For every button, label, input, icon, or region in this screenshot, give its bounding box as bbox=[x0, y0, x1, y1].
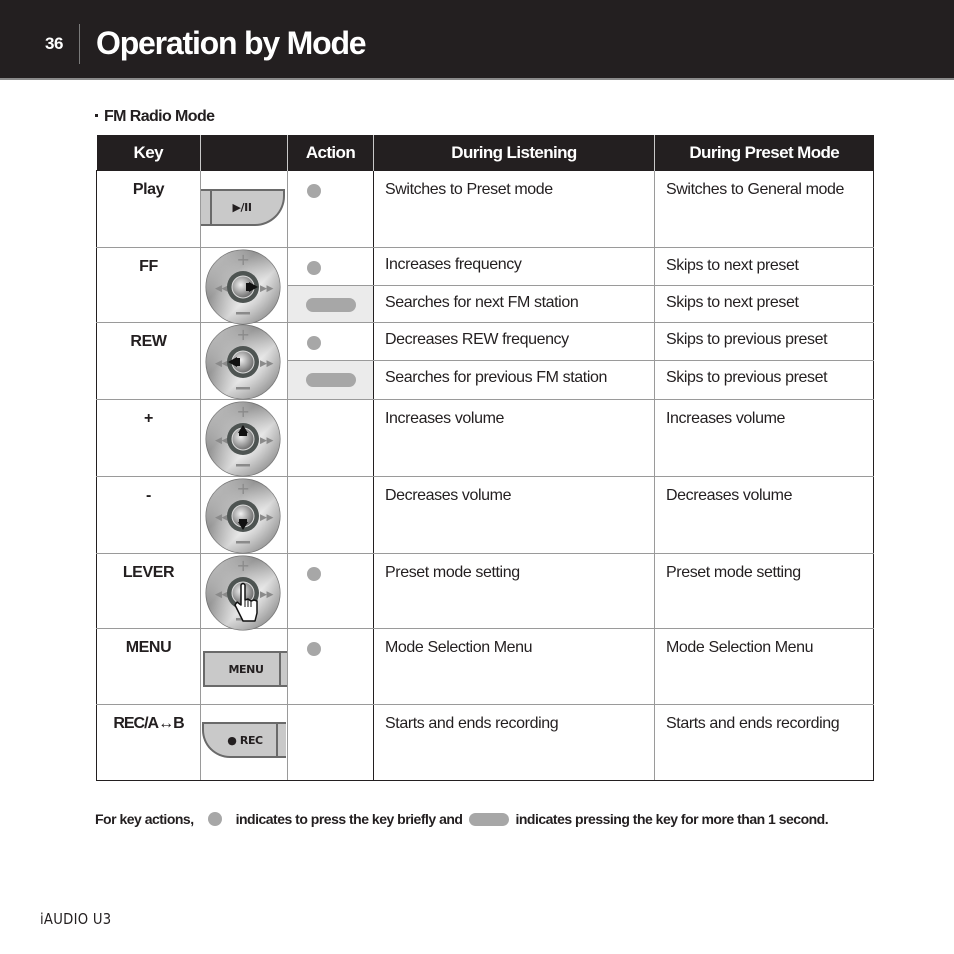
key-action-legend: For key actions, indicates to press the … bbox=[95, 811, 829, 827]
table-row: REC/A↔B ● REC Starts and ends recording … bbox=[96, 704, 874, 781]
long-press-icon bbox=[306, 373, 356, 387]
column-header-key: Key bbox=[96, 135, 201, 171]
during-preset-cell: Skips to previous preset bbox=[654, 322, 874, 361]
table-row: LEVER Preset mode setting Preset mode se… bbox=[96, 553, 874, 631]
action-cell bbox=[287, 170, 374, 248]
table-row: FF Increases frequency Skips to next pre… bbox=[96, 247, 874, 286]
rec-button-label: ● REC bbox=[227, 733, 263, 747]
key-name: LEVER bbox=[96, 553, 201, 629]
during-preset-cell: Skips to previous preset bbox=[654, 360, 874, 400]
action-cell bbox=[287, 399, 374, 477]
during-preset-cell: Increases volume bbox=[654, 399, 874, 477]
during-preset-cell: Decreases volume bbox=[654, 476, 874, 554]
rec-button-image: ● REC bbox=[202, 722, 286, 758]
key-image-cell: MENU bbox=[200, 628, 288, 705]
key-name: MENU bbox=[96, 628, 201, 705]
key-image-cell bbox=[200, 247, 288, 325]
during-preset-cell: Skips to next preset bbox=[654, 285, 874, 323]
play-pause-button-image: ▶/II bbox=[201, 189, 285, 226]
action-cell bbox=[287, 360, 374, 400]
key-image-cell bbox=[200, 553, 288, 631]
during-listening-cell: Starts and ends recording bbox=[373, 704, 655, 781]
long-press-icon bbox=[306, 298, 356, 312]
header-divider bbox=[79, 24, 80, 64]
during-preset-cell: Switches to General mode bbox=[654, 170, 874, 248]
during-listening-cell: Searches for previous FM station bbox=[373, 360, 655, 400]
dial-minus-icon bbox=[205, 478, 281, 554]
during-listening-cell: Decreases REW frequency bbox=[373, 322, 655, 361]
short-press-icon bbox=[307, 184, 321, 198]
long-press-legend-icon bbox=[469, 812, 510, 826]
table-header-row: Key Action During Listening During Prese… bbox=[96, 135, 874, 171]
during-listening-cell: Increases volume bbox=[373, 399, 655, 477]
during-preset-cell: Preset mode setting bbox=[654, 553, 874, 629]
during-listening-cell: Mode Selection Menu bbox=[373, 628, 655, 705]
during-preset-cell: Mode Selection Menu bbox=[654, 628, 874, 705]
key-name: FF bbox=[96, 247, 201, 323]
bullet-icon bbox=[95, 114, 98, 118]
legend-text-3: indicates pressing the key for more than… bbox=[515, 811, 829, 827]
table-row: REW Decreases REW frequency Skips to pre… bbox=[96, 322, 874, 400]
during-listening-cell: Switches to Preset mode bbox=[373, 170, 655, 248]
action-cell bbox=[287, 704, 374, 781]
menu-button-label: MENU bbox=[228, 662, 264, 676]
short-press-legend-icon bbox=[207, 812, 222, 826]
action-cell bbox=[287, 476, 374, 554]
column-header-during-listening: During Listening bbox=[373, 135, 655, 171]
during-listening-cell: Increases frequency bbox=[373, 247, 655, 286]
table-row: - Decreases volume Decreases volume bbox=[96, 476, 874, 554]
legend-text-1: For key actions, bbox=[95, 811, 194, 827]
action-cell bbox=[287, 322, 374, 361]
short-press-icon bbox=[307, 336, 321, 350]
section-title-text: FM Radio Mode bbox=[104, 108, 215, 125]
key-image-cell: ● REC bbox=[200, 704, 288, 781]
dial-lever-press-icon bbox=[205, 555, 281, 631]
section-title: FM Radio Mode bbox=[95, 108, 215, 126]
key-image-cell: ▶/II bbox=[200, 170, 288, 248]
table-row: MENU MENU Mode Selection Menu Mode Selec… bbox=[96, 628, 874, 705]
page-header: 36 Operation by Mode bbox=[0, 0, 954, 80]
column-header-during-preset-mode: During Preset Mode bbox=[654, 135, 874, 171]
key-image-cell bbox=[200, 322, 288, 400]
key-name: - bbox=[96, 476, 201, 554]
table-row: Play ▶/II Switches to Preset mode Switch… bbox=[96, 170, 874, 248]
table-row: + Increases volume Increases volume bbox=[96, 399, 874, 477]
dial-plus-icon bbox=[205, 401, 281, 477]
key-name: REW bbox=[96, 322, 201, 400]
during-listening-cell: Decreases volume bbox=[373, 476, 655, 554]
page-title: Operation by Mode bbox=[96, 25, 367, 61]
key-name: Play bbox=[96, 170, 201, 248]
during-listening-cell: Preset mode setting bbox=[373, 553, 655, 629]
during-listening-cell: Searches for next FM station bbox=[373, 285, 655, 323]
during-preset-cell: Skips to next preset bbox=[654, 247, 874, 286]
column-header-action: Action bbox=[287, 135, 374, 171]
menu-button-image: MENU bbox=[203, 651, 287, 687]
play-pause-label: ▶/II bbox=[232, 201, 252, 214]
key-name: REC/A↔B bbox=[96, 704, 201, 781]
page-number: 36 bbox=[45, 34, 63, 53]
key-name: + bbox=[96, 399, 201, 477]
column-header-image bbox=[200, 135, 288, 171]
action-cell bbox=[287, 285, 374, 323]
short-press-icon bbox=[307, 642, 321, 656]
key-image-cell bbox=[200, 399, 288, 477]
product-model: iAUDIO U3 bbox=[40, 910, 112, 928]
legend-text-2: indicates to press the key briefly and bbox=[235, 811, 463, 827]
action-cell bbox=[287, 628, 374, 705]
action-cell bbox=[287, 247, 374, 286]
dial-rew-icon bbox=[205, 324, 281, 400]
short-press-icon bbox=[307, 567, 321, 581]
key-image-cell bbox=[200, 476, 288, 554]
short-press-icon bbox=[307, 261, 321, 275]
dial-ff-icon bbox=[205, 249, 281, 325]
action-cell bbox=[287, 553, 374, 629]
key-function-table: Key Action During Listening During Prese… bbox=[96, 135, 874, 781]
during-preset-cell: Starts and ends recording bbox=[654, 704, 874, 781]
